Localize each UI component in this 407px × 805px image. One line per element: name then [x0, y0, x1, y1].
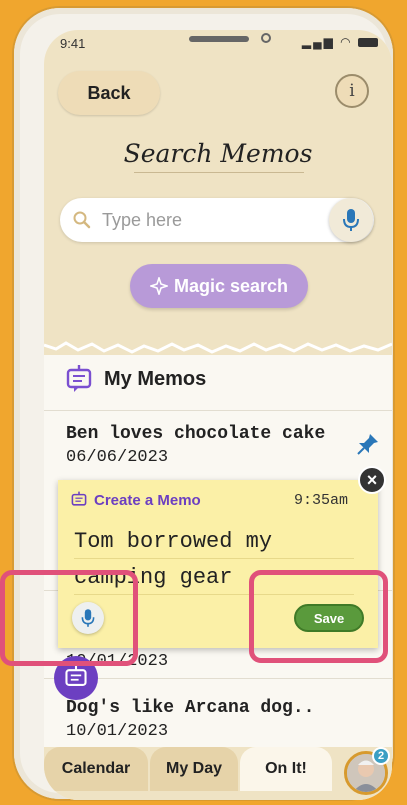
status-time: 9:41 — [60, 36, 86, 51]
pin-icon[interactable] — [356, 432, 380, 456]
microphone-icon — [343, 209, 359, 231]
search-icon — [73, 211, 91, 229]
camera-icon — [261, 33, 271, 43]
page-title: Search Memos — [123, 139, 313, 168]
screen: 9:41 ▂▄▆ ◠ Back i Search Memos Type here… — [44, 30, 392, 800]
notification-badge: 2 — [372, 747, 390, 765]
magic-search-label: Magic search — [173, 275, 289, 296]
search-input[interactable] — [100, 207, 324, 233]
sparkle-icon — [149, 277, 168, 295]
title-underline — [134, 172, 304, 173]
search-box[interactable] — [60, 198, 374, 242]
info-icon[interactable]: i — [335, 74, 369, 108]
close-icon[interactable]: × — [358, 466, 386, 494]
search-mic-button[interactable] — [329, 198, 373, 242]
highlight-box-mic — [0, 570, 138, 666]
memo-item-date: 06/06/2023 — [66, 448, 169, 467]
my-memos-title: My Memos — [104, 367, 207, 390]
status-bar: 9:41 ▂▄▆ ◠ — [44, 30, 392, 60]
memo-icon — [65, 665, 87, 686]
popup-title: Create a Memo — [94, 492, 201, 509]
my-memos-header: My Memos — [64, 363, 206, 395]
status-icons: ▂▄▆ ◠ — [302, 35, 378, 49]
tab-on-it[interactable]: On It! — [240, 747, 332, 791]
battery-icon — [358, 38, 378, 48]
memo-icon — [66, 365, 92, 392]
divider — [44, 410, 392, 411]
memo-icon — [71, 491, 87, 506]
back-button[interactable]: Back — [58, 71, 160, 115]
tab-calendar[interactable]: Calendar — [44, 747, 148, 791]
memo-item-date: 10/01/2023 — [66, 722, 169, 741]
highlight-box-save — [249, 570, 388, 663]
memo-item-text[interactable]: Ben loves chocolate cake — [66, 424, 325, 444]
magic-search-button[interactable]: Magic search — [130, 264, 308, 308]
tab-my-day[interactable]: My Day — [150, 747, 238, 791]
phone-frame: 9:41 ▂▄▆ ◠ Back i Search Memos Type here… — [14, 8, 393, 800]
bottom-tab-bar: Calendar My Day On It! 2 — [44, 747, 392, 800]
speaker-notch — [189, 36, 249, 42]
popup-time: 9:35am — [294, 492, 349, 509]
memo-item-text[interactable]: Dog's like Arcana dog.. — [66, 698, 314, 718]
